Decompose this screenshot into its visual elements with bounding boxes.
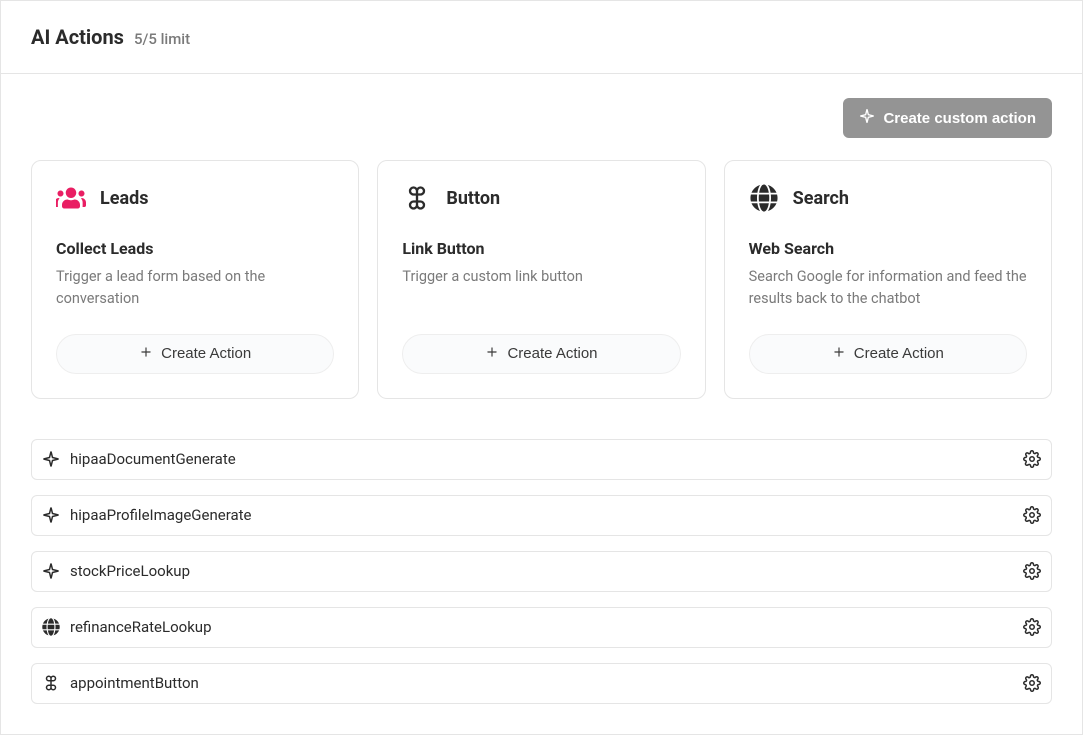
action-row[interactable]: hipaaDocumentGenerate [31,439,1052,480]
plus-icon [832,345,846,363]
card-title: Search [793,188,849,209]
card-head: Button [402,185,680,211]
page-content: Create custom action Leads Collect Leads… [1,74,1082,734]
create-custom-action-label: Create custom action [883,110,1036,127]
action-label: refinanceRateLookup [70,618,1011,636]
usage-limit: 5/5 limit [134,30,190,48]
action-label: hipaaProfileImageGenerate [70,506,1011,524]
card-button: Button Link Button Trigger a custom link… [377,160,705,399]
create-action-label: Create Action [507,345,597,362]
card-head: Search [749,185,1027,211]
action-label: appointmentButton [70,674,1011,692]
command-icon [402,185,432,211]
settings-button[interactable] [1021,505,1042,526]
create-action-label: Create Action [854,345,944,362]
action-list: hipaaDocumentGenerate hipaaProfileImageG… [31,439,1052,704]
settings-button[interactable] [1021,561,1042,582]
action-label: hipaaDocumentGenerate [70,450,1011,468]
card-search: Search Web Search Search Google for info… [724,160,1052,399]
page-header: AI Actions 5/5 limit [1,1,1082,74]
top-bar: Create custom action [31,98,1052,138]
card-subtitle: Collect Leads [56,239,334,258]
sparkle-icon [42,506,60,524]
action-row[interactable]: refinanceRateLookup [31,607,1052,648]
card-leads: Leads Collect Leads Trigger a lead form … [31,160,359,399]
card-subtitle: Web Search [749,239,1027,258]
card-title: Leads [100,188,148,209]
card-description: Trigger a custom link button [402,266,680,288]
card-head: Leads [56,185,334,211]
card-subtitle: Link Button [402,239,680,258]
action-row[interactable]: hipaaProfileImageGenerate [31,495,1052,536]
create-action-button[interactable]: Create Action [402,334,680,374]
sparkle-icon [859,108,875,128]
users-icon [56,185,86,211]
action-row[interactable]: stockPriceLookup [31,551,1052,592]
create-action-button[interactable]: Create Action [56,334,334,374]
settings-button[interactable] [1021,617,1042,638]
cards-row: Leads Collect Leads Trigger a lead form … [31,160,1052,399]
sparkle-icon [42,450,60,468]
create-action-button[interactable]: Create Action [749,334,1027,374]
sparkle-icon [42,562,60,580]
create-action-label: Create Action [161,345,251,362]
globe-icon [749,185,779,211]
action-label: stockPriceLookup [70,562,1011,580]
card-title: Button [446,188,500,209]
action-row[interactable]: appointmentButton [31,663,1052,704]
command-icon [42,674,60,692]
plus-icon [139,345,153,363]
card-description: Search Google for information and feed t… [749,266,1027,310]
plus-icon [485,345,499,363]
globe-icon [42,618,60,636]
create-custom-action-button[interactable]: Create custom action [843,98,1052,138]
card-description: Trigger a lead form based on the convers… [56,266,334,310]
settings-button[interactable] [1021,673,1042,694]
settings-button[interactable] [1021,449,1042,470]
app-container: AI Actions 5/5 limit Create custom actio… [0,0,1083,735]
page-title: AI Actions [31,25,124,49]
